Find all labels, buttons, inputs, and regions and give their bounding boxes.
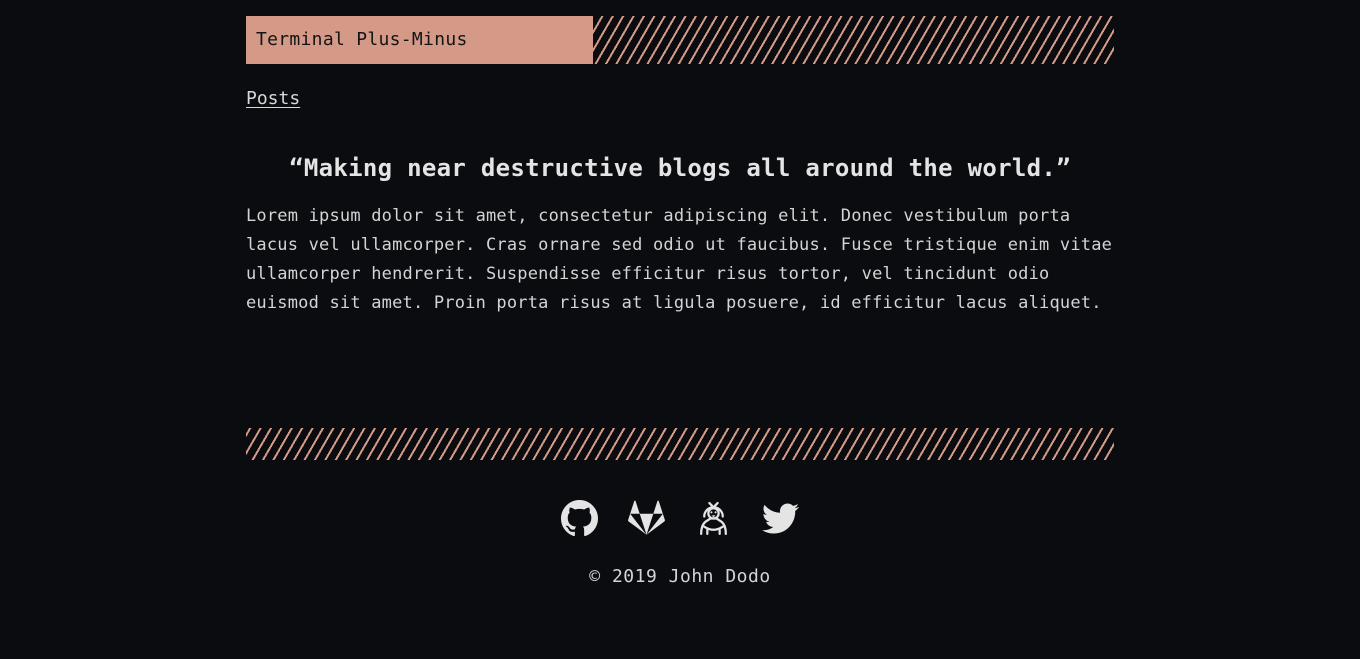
- footer-stripes: [246, 428, 1114, 460]
- site-logo[interactable]: Terminal Plus-Minus: [246, 16, 593, 64]
- mastodon-link[interactable]: [695, 500, 732, 537]
- site-nav: Posts: [246, 88, 1114, 112]
- nav-item-posts[interactable]: Posts: [246, 88, 300, 109]
- twitter-icon: [762, 503, 799, 534]
- copyright: © 2019 John Dodo: [589, 566, 771, 587]
- github-link[interactable]: [561, 500, 598, 537]
- site-header: Terminal Plus-Minus: [246, 16, 1114, 64]
- gitlab-link[interactable]: [628, 500, 665, 537]
- social-links: [0, 500, 1360, 537]
- intro-paragraph: Lorem ipsum dolor sit amet, consectetur …: [246, 206, 1113, 313]
- main-content: “Making near destructive blogs all aroun…: [246, 154, 1114, 318]
- mastodon-icon: [700, 501, 727, 536]
- header-stripes: [593, 16, 1114, 64]
- twitter-link[interactable]: [762, 500, 799, 537]
- page-title: “Making near destructive blogs all aroun…: [289, 154, 1071, 182]
- page-container: Terminal Plus-Minus Posts “Making near d…: [246, 16, 1114, 318]
- gitlab-icon: [628, 500, 665, 535]
- github-icon: [561, 500, 598, 537]
